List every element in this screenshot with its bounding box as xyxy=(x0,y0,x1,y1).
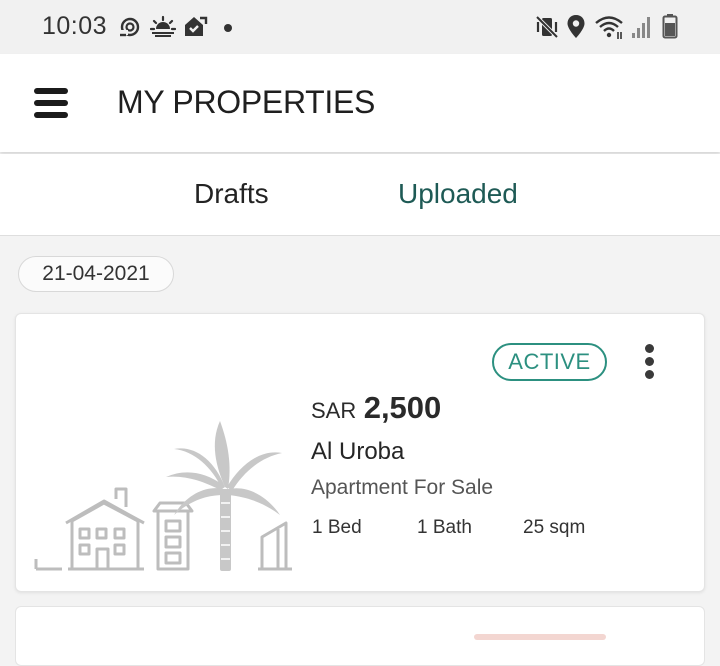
app-bar: MY PROPERTIES xyxy=(0,54,720,152)
notification-dot-icon xyxy=(224,24,232,32)
price-currency: SAR xyxy=(311,398,357,423)
home-check-icon xyxy=(185,16,208,36)
status-time: 10:03 xyxy=(42,12,108,40)
area-size: 25 sqm xyxy=(523,517,586,538)
more-vertical-icon[interactable] xyxy=(642,342,658,380)
property-card[interactable]: ACTIVE SAR 2,500 Al Uroba Apartment For … xyxy=(15,313,705,592)
battery-icon xyxy=(662,14,678,39)
tab-bar: Drafts Uploaded xyxy=(0,154,720,236)
page-title: MY PROPERTIES xyxy=(117,84,376,120)
sync-icon xyxy=(120,17,140,37)
date-chip: 21-04-2021 xyxy=(18,256,174,292)
beds-count: 1 Bed xyxy=(312,517,362,538)
tab-uploaded[interactable]: Uploaded xyxy=(398,178,518,210)
city-palm-placeholder-icon xyxy=(34,421,292,571)
status-bar: 10:03 xyxy=(0,0,720,54)
hamburger-menu-icon[interactable] xyxy=(34,88,68,118)
property-card[interactable] xyxy=(15,606,705,666)
property-type: Apartment For Sale xyxy=(311,476,494,499)
price: SAR 2,500 xyxy=(311,390,441,426)
location-pin-icon xyxy=(567,15,585,38)
wifi-icon xyxy=(595,16,623,39)
card-peek xyxy=(474,634,606,640)
sunrise-icon xyxy=(150,15,176,37)
price-value: 2,500 xyxy=(363,390,442,425)
signal-icon xyxy=(632,17,650,38)
vibrate-mute-icon xyxy=(535,15,559,39)
property-location: Al Uroba xyxy=(311,438,405,465)
baths-count: 1 Bath xyxy=(417,517,472,538)
tab-drafts[interactable]: Drafts xyxy=(194,178,269,210)
status-badge: ACTIVE xyxy=(492,343,607,381)
